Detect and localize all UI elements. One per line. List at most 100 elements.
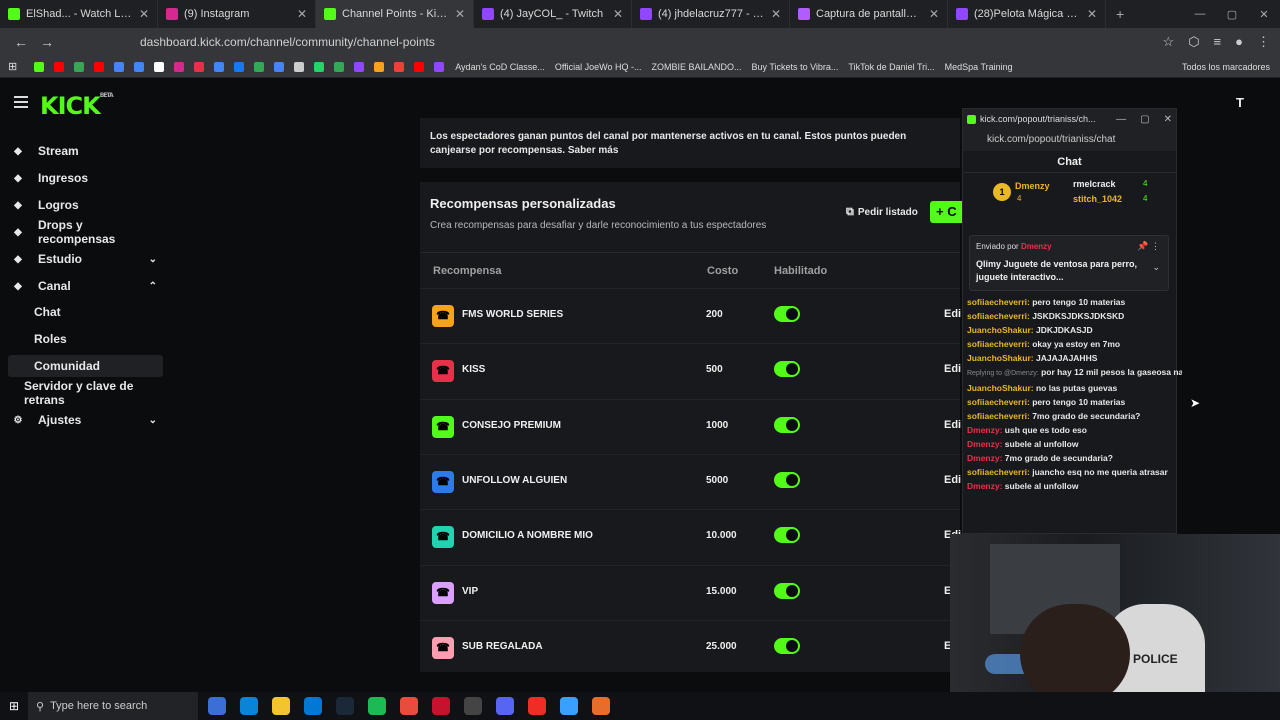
leader-second-name[interactable]: rmelcrack <box>1073 179 1116 189</box>
expand-pinned-icon[interactable]: ⌄ <box>1152 262 1160 273</box>
bookmark-item[interactable]: MedSpa Training <box>945 62 1013 72</box>
valorant-icon[interactable] <box>528 697 546 715</box>
spotify-icon[interactable] <box>368 697 386 715</box>
browser-tab[interactable]: (4) jhdelacruz777 - Twitch ✕ <box>632 0 790 28</box>
windows-taskbar: ⊞ ⚲ Type here to search <box>0 692 1280 720</box>
popup-maximize-icon[interactable]: ▢ <box>1140 114 1149 125</box>
tab-close-icon[interactable]: ✕ <box>929 7 939 21</box>
tab-close-icon[interactable]: ✕ <box>1087 7 1097 21</box>
profile-icon[interactable]: ● <box>1235 34 1243 50</box>
discord-icon[interactable] <box>496 697 514 715</box>
chat-username[interactable]: sofiiaecheverri: <box>967 297 1030 307</box>
browser-tab[interactable]: (9) Instagram ✕ <box>158 0 316 28</box>
steam-icon[interactable] <box>336 697 354 715</box>
tab-close-icon[interactable]: ✕ <box>613 7 623 21</box>
leader-third-name[interactable]: stitch_1042 <box>1073 194 1122 204</box>
request-list-button[interactable]: ⧉ Pedir listado <box>846 206 918 219</box>
edit-reward-button[interactable]: Edi <box>944 474 961 486</box>
sidebar-subitem-roles[interactable]: Roles <box>8 328 163 350</box>
bookmark-star-icon[interactable]: ☆ <box>1163 34 1175 50</box>
edit-reward-button[interactable]: Edi <box>944 419 961 431</box>
extensions-icon[interactable]: ⬡ <box>1188 34 1199 50</box>
close-window-icon[interactable]: ✕ <box>1248 0 1280 28</box>
enabled-toggle[interactable] <box>774 471 800 488</box>
apps-icon[interactable]: ⊞ <box>8 60 17 73</box>
browser-tab[interactable]: Channel Points - Kick Dashboar ✕ <box>316 0 474 28</box>
security-icon[interactable] <box>560 697 578 715</box>
chrome-icon[interactable] <box>400 697 418 715</box>
back-icon[interactable]: ← <box>8 34 34 50</box>
popup-close-icon[interactable]: ✕ <box>1164 114 1172 125</box>
url-field[interactable]: dashboard.kick.com/channel/community/cha… <box>140 35 435 49</box>
leader-first-name[interactable]: Dmenzy <box>1015 181 1050 191</box>
pin-icon[interactable]: 📌 ⋮ <box>1137 241 1160 252</box>
hamburger-menu-icon[interactable] <box>14 96 28 108</box>
sidebar-item-server-key[interactable]: Servidor y clave de retrans <box>8 379 163 407</box>
bookmark-item[interactable]: Official JoeWo HQ -... <box>555 62 642 72</box>
chat-username[interactable]: sofiiaecheverri: <box>967 397 1030 407</box>
chat-username[interactable]: Dmenzy: <box>967 439 1002 449</box>
chat-username[interactable]: sofiiaecheverri: <box>967 339 1030 349</box>
chat-username[interactable]: Dmenzy: <box>967 453 1002 463</box>
bookmark-item[interactable]: Aydan's CoD Classe... <box>455 62 545 72</box>
chat-username[interactable]: sofiiaecheverri: <box>967 467 1030 477</box>
outlook-icon[interactable] <box>304 697 322 715</box>
tab-close-icon[interactable]: ✕ <box>139 7 149 21</box>
sidebar-subitem-comunidad[interactable]: Comunidad <box>8 355 163 377</box>
browser-tab[interactable]: Captura de pantalla por Lightsh ✕ <box>790 0 948 28</box>
bookmark-item[interactable]: Buy Tickets to Vibra... <box>752 62 839 72</box>
forward-icon[interactable]: → <box>34 34 60 50</box>
menu-icon[interactable]: ⋮ <box>1257 34 1270 50</box>
chat-username[interactable]: Dmenzy: <box>967 481 1002 491</box>
browser-tab[interactable]: ElShad... - Watch Live on ✕ <box>0 0 158 28</box>
minimize-icon[interactable]: — <box>1184 0 1216 28</box>
maximize-icon[interactable]: ▢ <box>1216 0 1248 28</box>
enabled-toggle[interactable] <box>774 361 800 378</box>
chat-username[interactable]: JuanchoShakur: <box>967 325 1034 335</box>
popup-minimize-icon[interactable]: — <box>1116 114 1126 125</box>
dashboard-toggle-icon[interactable]: T <box>1236 95 1244 110</box>
enabled-toggle[interactable] <box>774 306 800 322</box>
media-icon[interactable]: ≡ <box>1214 34 1222 50</box>
browser-tab[interactable]: (28)Pelota Mágica para Perros ✕ <box>948 0 1106 28</box>
enabled-toggle[interactable] <box>774 582 800 599</box>
edit-reward-button[interactable]: Edi <box>944 308 961 320</box>
task-view-icon[interactable] <box>208 697 226 715</box>
sidebar-item-estudio[interactable]: ◆ Estudio ⌄ <box>8 248 163 270</box>
tab-close-icon[interactable]: ✕ <box>297 7 307 21</box>
tab-close-icon[interactable]: ✕ <box>455 7 465 21</box>
bookmark-item[interactable]: TikTok de Daniel Tri... <box>848 62 934 72</box>
explorer-icon[interactable] <box>272 697 290 715</box>
all-bookmarks-folder[interactable]: Todos los marcadores <box>1182 62 1270 72</box>
taskbar-search[interactable]: ⚲ Type here to search <box>28 692 198 720</box>
chat-username[interactable]: Dmenzy: <box>967 425 1002 435</box>
github-icon[interactable] <box>464 697 482 715</box>
tab-close-icon[interactable]: ✕ <box>771 7 781 21</box>
tab-favicon-icon <box>482 8 494 20</box>
edit-reward-button[interactable]: Edi <box>944 363 961 375</box>
chat-username[interactable]: JuanchoShakur: <box>967 383 1034 393</box>
enabled-toggle[interactable] <box>774 527 800 544</box>
sidebar-item-canal[interactable]: ◆ Canal ⌃ <box>8 275 163 297</box>
chat-username[interactable]: Replying to @Dmenzy: <box>967 370 1039 377</box>
new-tab-button[interactable]: + <box>1116 6 1124 22</box>
opera-icon[interactable] <box>432 697 450 715</box>
app-icon[interactable] <box>592 697 610 715</box>
enabled-toggle[interactable] <box>774 416 800 433</box>
browser-tab[interactable]: (4) JayCOL_ - Twitch ✕ <box>474 0 632 28</box>
sidebar-item-ingresos[interactable]: ◆ Ingresos <box>8 167 163 189</box>
enabled-toggle[interactable] <box>774 637 800 654</box>
sidebar-subitem-chat[interactable]: Chat <box>8 301 163 323</box>
chat-username[interactable]: sofiiaecheverri: <box>967 411 1030 421</box>
bookmark-item[interactable]: ZOMBIE BAILANDO... <box>652 62 742 72</box>
windows-start-icon[interactable]: ⊞ <box>0 699 28 713</box>
sidebar-item-settings[interactable]: ⚙ Ajustes ⌄ <box>8 409 163 431</box>
kick-logo[interactable]: KICKBETA <box>40 92 114 120</box>
sidebar-item-logros[interactable]: ◆ Logros <box>8 194 163 216</box>
chat-username[interactable]: sofiiaecheverri: <box>967 311 1030 321</box>
chat-message: sofiiaecheverri: 7mo grado de secundaria… <box>967 409 1182 423</box>
sidebar-item-stream[interactable]: ◆ Stream <box>8 140 163 162</box>
edge-icon[interactable] <box>240 697 258 715</box>
sidebar-item-drops[interactable]: ◆ Drops y recompensas <box>8 218 163 246</box>
chat-username[interactable]: JuanchoShakur: <box>967 353 1034 363</box>
